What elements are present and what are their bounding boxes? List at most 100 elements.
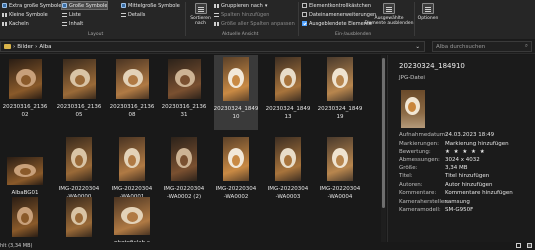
image-thumbnail [66,137,92,181]
scrollbar-thumb[interactable] [382,58,385,208]
tiles-view-icon[interactable] [527,243,532,248]
file-tile[interactable]: 20230316_2136 08 [110,55,154,130]
property-key: Markierungen: [399,141,439,147]
property-row: Kamerahersteller: samsung [399,199,535,205]
file-name: 20230316_2136 [161,104,207,110]
file-tile[interactable]: IMG-20220304 -WA0003 [266,135,310,210]
address-bar[interactable]: › Bilder › Alba ⌄ [0,41,425,52]
ribbon-divider [414,2,415,36]
view-extra-large-icons[interactable]: Extra große Symbole [2,2,61,9]
layout-group-label: Layout [88,32,104,37]
file-tile[interactable]: 20230316_2136 05 [57,55,101,130]
property-row: Markierungen: Markierung hinzufügen [399,141,535,147]
image-thumbnail [7,157,43,185]
property-value: samsung [445,199,470,205]
file-name: IMG-20220304 [267,186,309,192]
file-tile[interactable]: 20230316_2136 02 [3,55,47,130]
chevron-down-icon: ▾ [264,2,268,9]
file-name: IMG-20220304 [163,186,205,192]
address-bar-row: › Bilder › Alba ⌄ Alba durchsuchen ⌕ [0,40,535,54]
property-row: Bewertung: ★ ★ ★ ★ ★ [399,149,535,155]
chevron-right-icon: › [35,43,38,50]
image-thumbnail [66,197,92,237]
view-small-icons[interactable]: Kleine Symbole [2,11,48,18]
view-list[interactable]: Liste [62,11,81,18]
search-input[interactable]: Alba durchsuchen ⌕ [432,41,532,52]
file-tile[interactable]: IMG-20220304 -WA0002 [214,135,258,210]
image-thumbnail [119,137,145,181]
hide-selected-button[interactable]: Ausgewählte Elemente ausblenden [364,3,414,26]
image-thumbnail [275,137,301,181]
file-tile[interactable]: photofixlab.c [110,195,154,242]
add-columns-button[interactable]: Spalten hinzufügen [214,11,269,18]
checkbox[interactable] [302,12,307,17]
file-tile[interactable]: IMG-20220304 -WA0002 (2) [162,135,206,210]
content-icon [62,21,67,26]
file-tile[interactable]: 20230324_1849 19 [318,55,362,130]
breadcrumb-alba[interactable]: Alba [39,44,51,50]
property-value[interactable]: Markierung hinzufügen [445,141,509,147]
file-tile[interactable]: IMG-20220304 [3,195,47,242]
group-by-button[interactable]: Gruppieren nach ▾ [214,2,267,9]
file-name: 20230316_2136 [2,104,48,110]
property-key: Kamerahersteller: [399,199,449,205]
tiles-icon [2,21,7,26]
checkbox[interactable] [302,3,307,8]
details-view-icon[interactable] [516,243,521,248]
file-name: 05 [75,111,83,118]
checkbox-checked[interactable] [302,21,307,26]
rating-stars[interactable]: ★ ★ ★ ★ ★ [445,149,486,155]
property-key: Aufnahmedatum: [399,132,447,138]
property-value: SM-G950F [445,207,474,213]
view-details[interactable]: Details [121,11,145,18]
file-name: IMG-20220304 [215,186,257,192]
view-tiles[interactable]: Kacheln [2,20,29,27]
breadcrumb-bilder[interactable]: Bilder [17,44,33,50]
property-row: Kameramodell: SM-G950F [399,207,535,213]
details-title: 20230324_184910 [399,62,465,70]
search-icon: ⌕ [524,43,528,49]
file-name: 20230316_2136 [56,104,102,110]
file-tile[interactable]: IMG-20220304 [57,195,101,242]
property-value: 3,34 MB [445,165,468,171]
file-name: -WA0002 [223,193,249,200]
status-bar: hlt (3,34 MB) [0,242,535,250]
image-thumbnail [275,57,301,101]
details-icon [121,12,126,17]
file-tile[interactable]: 20230324_1849 10 [214,55,258,130]
sort-icon [194,3,207,14]
property-value[interactable]: Kommentare hinzufügen [445,190,513,196]
item-checkboxes-toggle[interactable]: Elementkontrollkästchen [302,2,371,9]
property-key: Kameramodell: [399,207,441,213]
details-pane: 20230324_184910 JPG-Datei Aufnahmedatum:… [387,55,535,242]
hidden-items-toggle[interactable]: Ausgeblendete Elemente [302,20,372,27]
folder-icon [4,44,11,49]
chevron-right-icon: › [13,43,16,50]
file-tile[interactable]: IMG-20220304 -WA0004 [318,135,362,210]
property-value[interactable]: Titel hinzufügen [445,173,489,179]
image-icon [62,3,67,8]
view-large-icons[interactable]: Große Symbole [60,1,109,10]
property-key: Bewertung: [399,149,431,155]
ribbon: Extra große Symbole Große Symbole Mittel… [0,0,535,40]
property-row: Größe: 3,34 MB [399,165,535,171]
columns-icon [214,12,219,17]
sort-by-button[interactable]: Sortieren nach [188,3,213,26]
file-tile[interactable]: 20230316_2136 31 [162,55,206,130]
image-thumbnail [62,59,96,99]
fit-columns-button[interactable]: Größe aller Spalten anpassen [214,20,295,27]
property-value[interactable]: Autor hinzufügen [445,182,492,188]
file-name: -WA0003 [275,193,301,200]
property-row: Autoren: Autor hinzufügen [399,182,535,188]
vertical-scrollbar[interactable] [381,55,386,242]
file-tile[interactable]: 20230324_1849 13 [266,55,310,130]
hide-icon [383,3,395,14]
view-content[interactable]: Inhalt [62,20,83,27]
file-name: 20230324_1849 [265,106,311,112]
ribbon-divider [185,2,186,36]
image-thumbnail [223,137,249,181]
file-name: 19 [336,113,344,120]
view-medium-icons[interactable]: Mittelgroße Symbole [121,2,180,9]
chevron-down-icon[interactable]: ⌄ [415,44,420,50]
options-button[interactable]: Optionen [416,3,440,21]
